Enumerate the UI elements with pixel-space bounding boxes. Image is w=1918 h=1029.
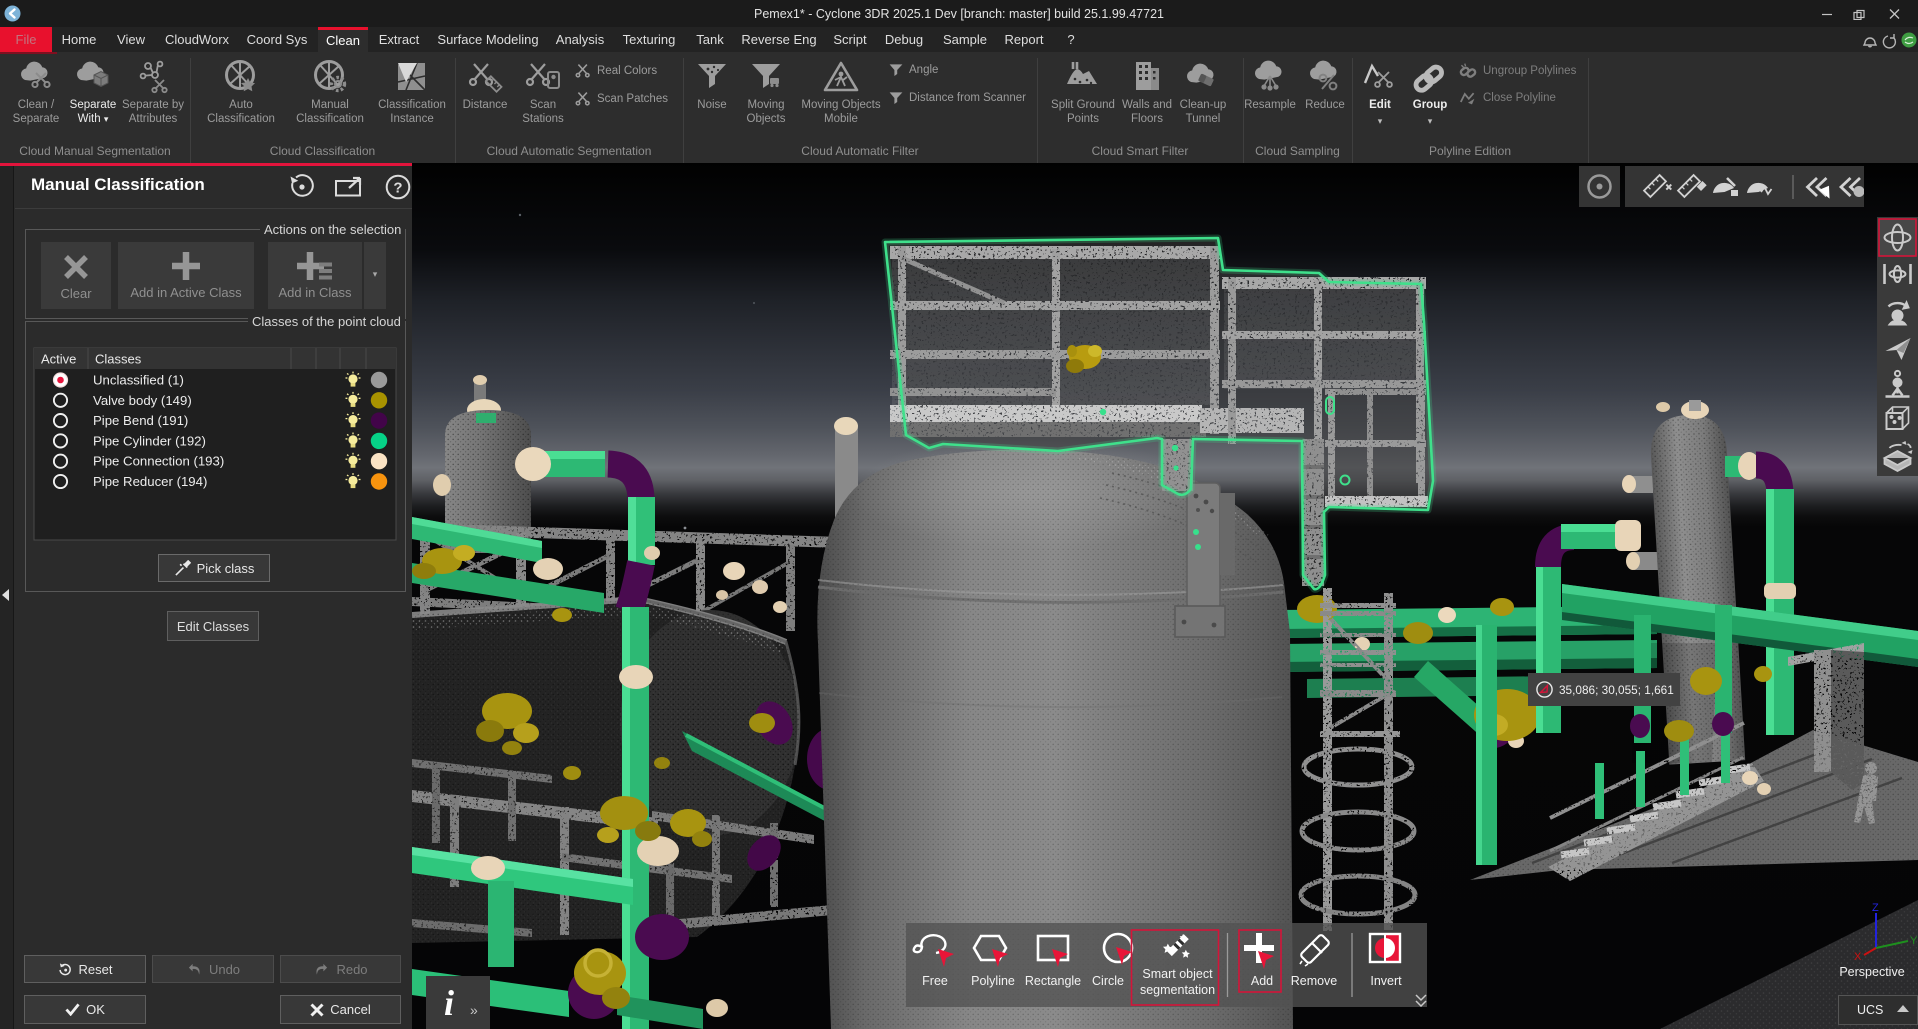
svg-text:Active: Active [41, 352, 76, 367]
svg-text:Valve body (149): Valve body (149) [93, 393, 192, 408]
svg-text:Pipe Cylinder (192): Pipe Cylinder (192) [93, 433, 206, 448]
svg-text:Classes: Classes [95, 352, 142, 367]
svg-text:Z: Z [1872, 902, 1879, 914]
svg-text:Pipe Connection (193): Pipe Connection (193) [93, 454, 224, 469]
svg-text:X: X [1854, 951, 1862, 961]
svg-text:Pipe Bend (191): Pipe Bend (191) [93, 413, 188, 428]
svg-text:Unclassified (1): Unclassified (1) [93, 373, 184, 388]
svg-text:Y: Y [1910, 935, 1918, 947]
svg-text:Pipe Reducer (194): Pipe Reducer (194) [93, 474, 207, 489]
